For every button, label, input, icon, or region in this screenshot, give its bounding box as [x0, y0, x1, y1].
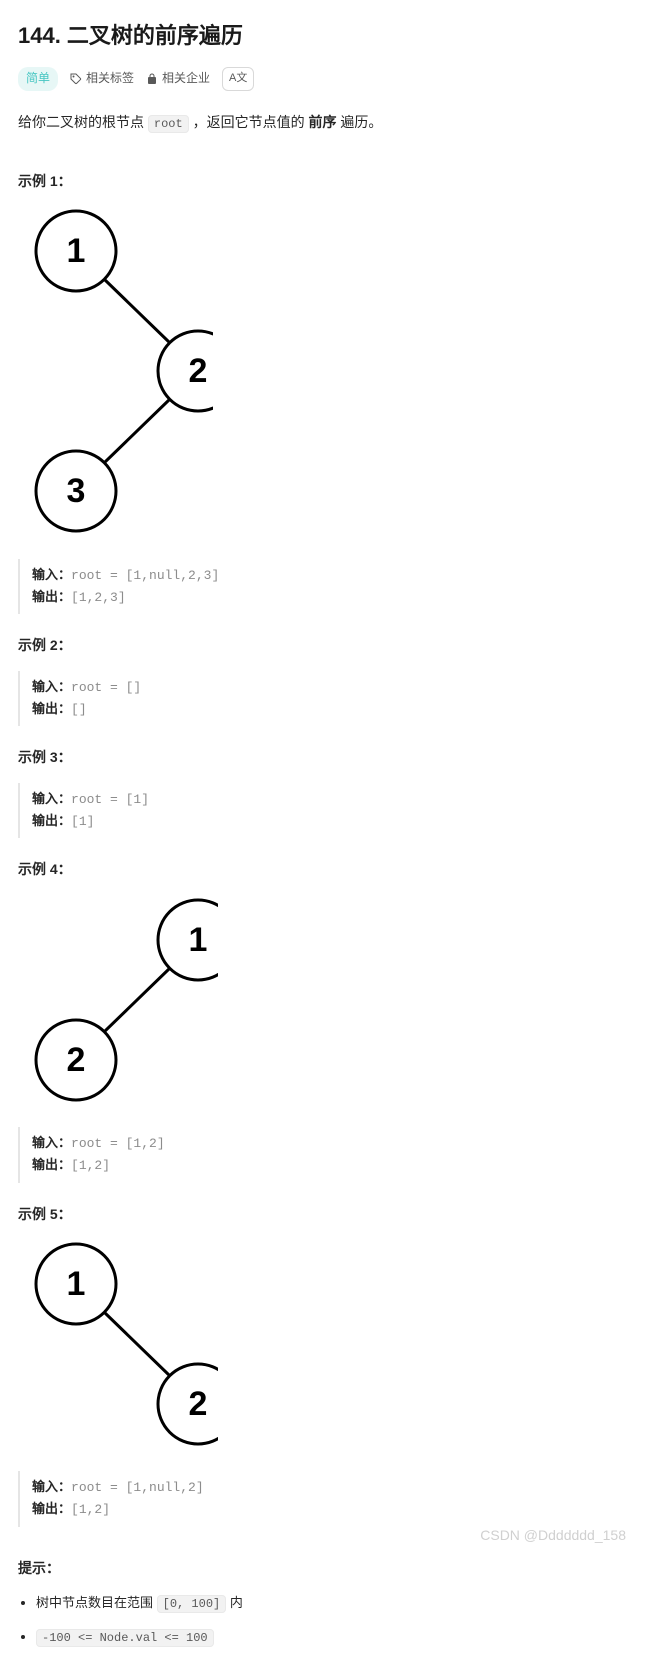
example-title: 示例 4： — [18, 858, 628, 880]
hint-item: -100 <= Node.val <= 100 — [36, 1627, 628, 1648]
companies-link[interactable]: 相关企业 — [146, 69, 210, 88]
output-label: 输出： — [32, 589, 71, 604]
input-value: root = [1] — [71, 792, 149, 807]
output-value: [1,2] — [71, 1158, 110, 1173]
inline-code: root — [148, 115, 189, 133]
svg-text:2: 2 — [189, 352, 208, 390]
input-label: 输入： — [32, 1135, 71, 1150]
input-value: root = [1,2] — [71, 1136, 165, 1151]
problem-description: 给你二叉树的根节点 root ，返回它节点值的 前序 遍历。 — [18, 111, 628, 134]
inline-code: [0, 100] — [157, 1595, 227, 1613]
svg-text:2: 2 — [189, 1385, 208, 1423]
output-label: 输出： — [32, 701, 71, 716]
input-value: root = [1,null,2,3] — [71, 568, 219, 583]
lock-icon — [146, 73, 158, 85]
output-value: [1,2,3] — [71, 590, 126, 605]
output-value: [] — [71, 702, 87, 717]
hints-title: 提示： — [18, 1557, 628, 1579]
example-title: 示例 5： — [18, 1203, 628, 1225]
hint-item: 树中节点数目在范围 [0, 100] 内 — [36, 1593, 628, 1614]
tree-diagram: 12 — [18, 895, 628, 1111]
input-label: 输入： — [32, 1479, 71, 1494]
tags-label: 相关标签 — [86, 69, 134, 88]
input-value: root = [1,null,2] — [71, 1480, 204, 1495]
output-label: 输出： — [32, 813, 71, 828]
svg-text:1: 1 — [67, 232, 86, 270]
output-label: 输出： — [32, 1157, 71, 1172]
companies-label: 相关企业 — [162, 69, 210, 88]
output-value: [1,2] — [71, 1502, 110, 1517]
problem-title: 144. 二叉树的前序遍历 — [18, 18, 628, 53]
svg-text:1: 1 — [189, 921, 208, 959]
io-block: 输入：root = []输出：[] — [18, 671, 628, 727]
svg-text:1: 1 — [67, 1265, 86, 1303]
input-value: root = [] — [71, 680, 141, 695]
io-block: 输入：root = [1,2]输出：[1,2] — [18, 1127, 628, 1183]
tree-diagram: 1 2 3 — [18, 206, 628, 542]
io-block: 输入：root = [1]输出：[1] — [18, 783, 628, 839]
example-title: 示例 3： — [18, 746, 628, 768]
svg-text:2: 2 — [67, 1041, 86, 1079]
output-value: [1] — [71, 814, 94, 829]
tag-icon — [70, 73, 82, 85]
input-label: 输入： — [32, 791, 71, 806]
hints-list: 树中节点数目在范围 [0, 100] 内 -100 <= Node.val <= … — [18, 1593, 628, 1647]
tree-diagram: 12 — [18, 1239, 628, 1455]
io-block: 输入：root = [1,null,2]输出：[1,2] — [18, 1471, 628, 1527]
svg-text:3: 3 — [67, 472, 86, 510]
meta-row: 简单 相关标签 相关企业 A文 — [18, 67, 628, 91]
tags-link[interactable]: 相关标签 — [70, 69, 134, 88]
example-title: 示例 1： — [18, 170, 628, 192]
input-label: 输入： — [32, 567, 71, 582]
io-block: 输入：root = [1,null,2,3]输出：[1,2,3] — [18, 559, 628, 615]
inline-code: -100 <= Node.val <= 100 — [36, 1629, 214, 1647]
output-label: 输出： — [32, 1501, 71, 1516]
difficulty-badge: 简单 — [18, 67, 58, 90]
translate-button[interactable]: A文 — [222, 67, 254, 91]
example-title: 示例 2： — [18, 634, 628, 656]
input-label: 输入： — [32, 679, 71, 694]
